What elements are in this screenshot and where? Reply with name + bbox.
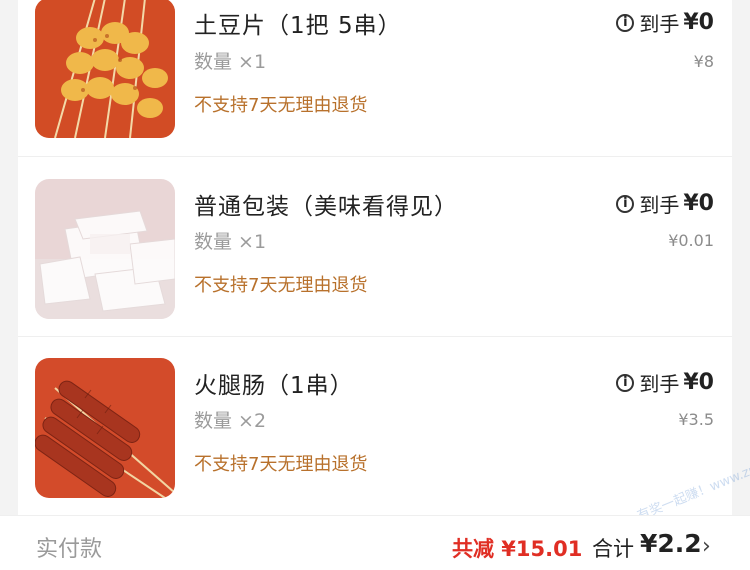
original-price: ¥8 [693,52,714,71]
net-price-amount: ¥0 [683,370,714,395]
net-price[interactable]: i 到手 ¥0 [616,368,714,397]
net-price-label: 到手 [639,372,680,396]
item-title: 土豆片（1把 5串） [194,13,402,39]
item-quantity: 数量 ×1 [194,231,267,253]
info-icon[interactable]: i [616,373,635,392]
item-quantity: 数量 ×2 [194,410,267,432]
divider [18,156,732,157]
net-price-amount: ¥0 [683,191,714,216]
item-title: 火腿肠（1串） [194,373,354,399]
info-icon[interactable]: i [616,13,635,32]
total-label: 合计 [592,537,634,561]
divider [18,336,732,337]
sausage-skewers-image [35,358,175,498]
net-price[interactable]: i 到手 ¥0 [616,8,714,37]
checkout-summary-bar: 实付款 共减 ¥15.01 合计 ¥2.2 › [0,515,750,570]
return-policy-note: 不支持7天无理由退货 [194,95,368,116]
net-price-amount: ¥0 [683,10,714,35]
actual-payment-label: 实付款 [36,537,103,562]
total-reduction: 共减 ¥15.01 [452,537,583,561]
order-item[interactable]: 普通包装（美味看得见） 数量 ×1 不支持7天无理由退货 i 到手 ¥0 ¥0.… [18,179,732,339]
net-price-label: 到手 [639,193,680,217]
original-price: ¥3.5 [678,410,714,429]
order-item[interactable]: 土豆片（1把 5串） 数量 ×1 不支持7天无理由退货 i 到手 ¥0 ¥8 [18,0,732,160]
order-item[interactable]: 火腿肠（1串） 数量 ×2 不支持7天无理由退货 i 到手 ¥0 ¥3.5 [18,358,732,518]
item-quantity: 数量 ×1 [194,51,267,73]
net-price[interactable]: i 到手 ¥0 [616,189,714,218]
item-title: 普通包装（美味看得见） [194,194,458,220]
return-policy-note: 不支持7天无理由退货 [194,454,368,475]
chevron-right-icon[interactable]: › [702,534,711,559]
net-price-label: 到手 [639,12,680,36]
potato-skewers-image [35,0,175,138]
order-items-card: 土豆片（1把 5串） 数量 ×1 不支持7天无理由退货 i 到手 ¥0 ¥8 普… [18,0,732,569]
plastic-containers-image [35,179,175,319]
info-icon[interactable]: i [616,194,635,213]
total-amount: ¥2.2 [640,529,702,558]
original-price: ¥0.01 [668,231,714,250]
return-policy-note: 不支持7天无理由退货 [194,275,368,296]
